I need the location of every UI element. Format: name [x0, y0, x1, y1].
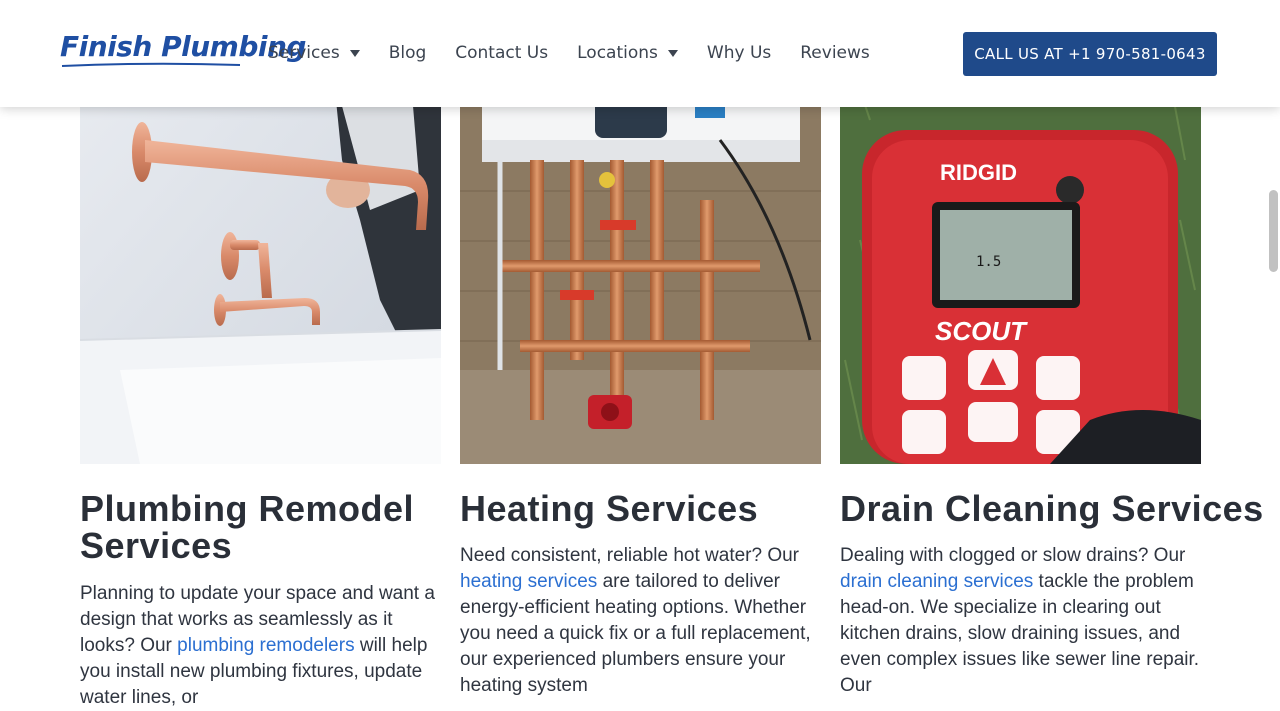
plumbing-remodel-text: Planning to update your space and want a… [80, 581, 440, 711]
main-nav: Services Blog Contact Us Locations Why U… [268, 40, 899, 66]
nav-locations[interactable]: Locations [577, 43, 678, 63]
device-brand-text: RIDGID [940, 160, 1017, 185]
device-model-text: SCOUT [935, 316, 1028, 346]
chevron-down-icon [349, 49, 360, 57]
site-header: Finish Plumbing Services Blog Contact Us… [0, 0, 1280, 107]
nav-services-label: Services [268, 43, 340, 63]
heating-text-intro: Need consistent, reliable hot water? Our [460, 545, 800, 566]
nav-reviews[interactable]: Reviews [800, 43, 870, 63]
drain-cleaning-text: Dealing with clogged or slow drains? Our… [840, 543, 1202, 699]
logo-swoosh [61, 62, 241, 67]
heating-title: Heating Services [460, 488, 759, 529]
plumbing-remodel-title-line1: Plumbing Remodel [80, 488, 415, 529]
plumbing-remodelers-link[interactable]: plumbing remodelers [177, 635, 354, 656]
nav-contact-label: Contact Us [455, 43, 549, 63]
drain-cleaning-services-link[interactable]: drain cleaning services [840, 571, 1033, 592]
nav-why-us-label: Why Us [706, 43, 772, 63]
plumbing-remodel-title: Plumbing Remodel Services [80, 490, 414, 564]
heating-services-link[interactable]: heating services [460, 571, 597, 592]
drain-cleaning-title: Drain Cleaning Services [840, 488, 1264, 529]
nav-contact[interactable]: Contact Us [455, 43, 548, 63]
nav-why-us[interactable]: Why Us [707, 43, 771, 63]
nav-blog[interactable]: Blog [389, 43, 427, 63]
chevron-down-icon [667, 49, 678, 57]
plumbing-remodel-title-line2: Services [80, 525, 233, 566]
nav-blog-label: Blog [388, 43, 427, 63]
call-button[interactable]: CALL US AT +1 970-581-0643 [963, 32, 1217, 76]
nav-locations-label: Locations [577, 43, 658, 63]
heating-text: Need consistent, reliable hot water? Our… [460, 543, 822, 699]
page-scrollbar[interactable] [1269, 190, 1278, 272]
nav-services[interactable]: Services [268, 43, 360, 63]
drain-cleaning-text-intro: Dealing with clogged or slow drains? Our [840, 545, 1186, 566]
device-reading-text: 1.5 [976, 254, 1001, 270]
nav-reviews-label: Reviews [800, 43, 870, 63]
